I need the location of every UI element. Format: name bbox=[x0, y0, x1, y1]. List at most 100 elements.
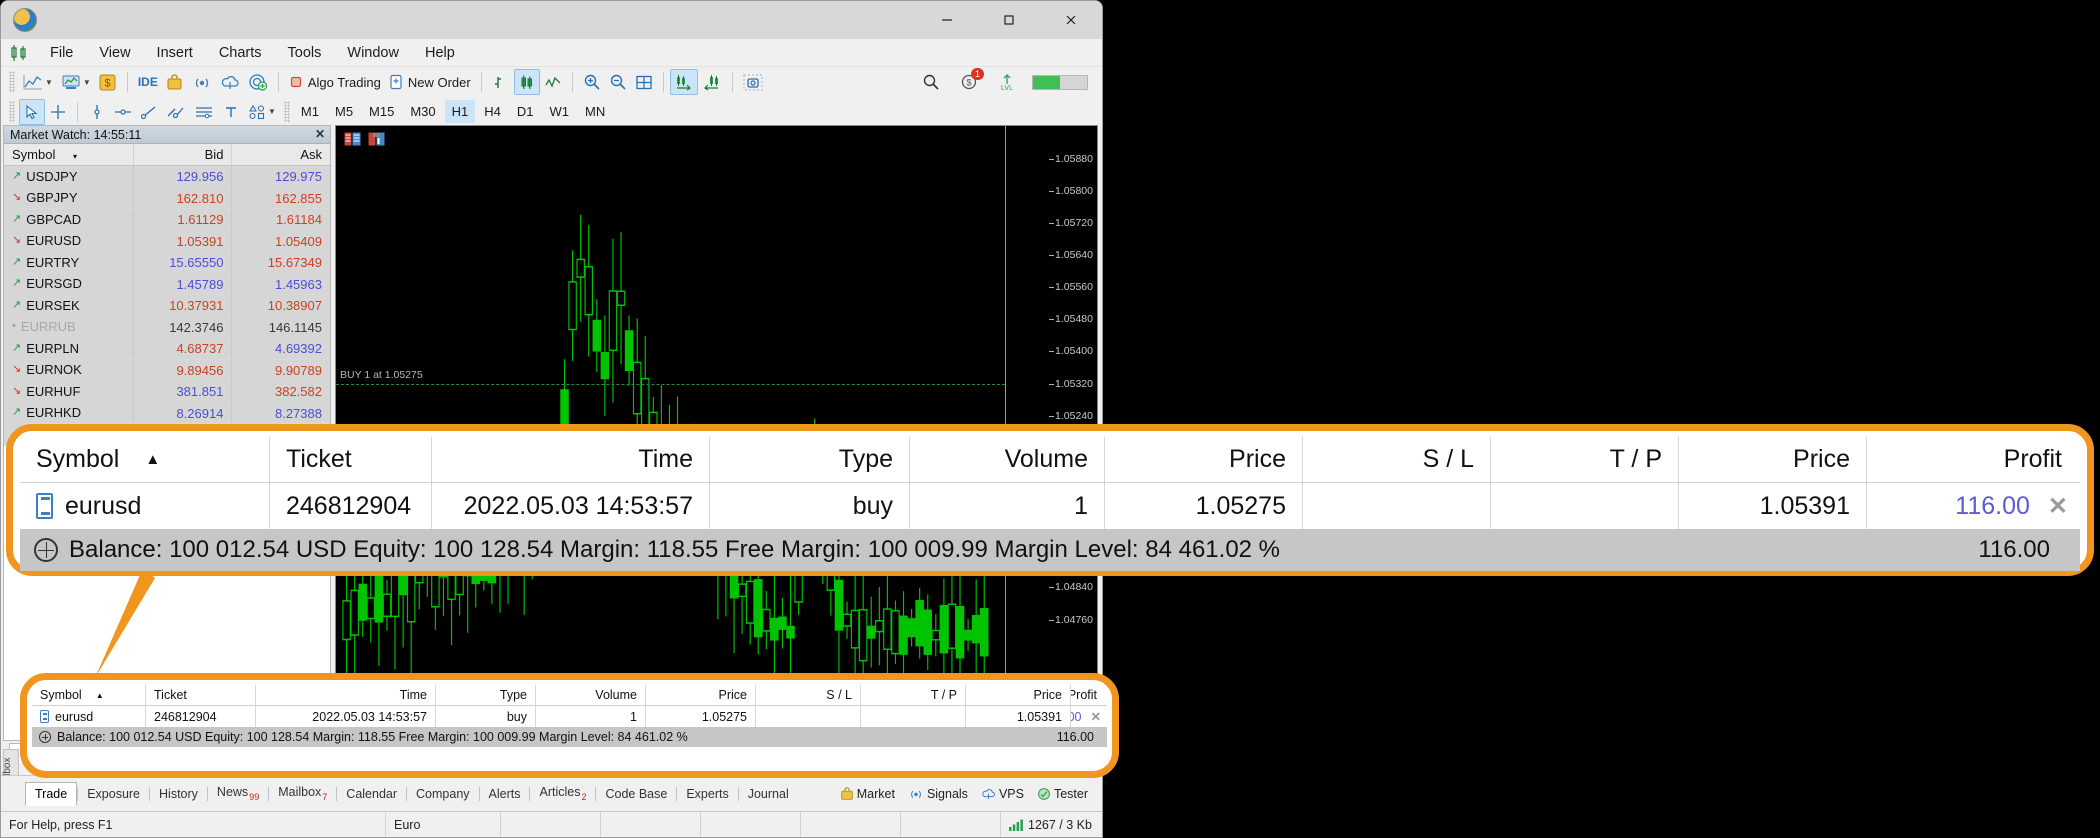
dollar-icon[interactable]: $ bbox=[95, 69, 121, 95]
market-watch-row[interactable]: ↘ EURNOK 9.89456 9.90789 bbox=[4, 359, 330, 381]
screenshot-icon[interactable] bbox=[739, 69, 767, 95]
timeframe-h4[interactable]: H4 bbox=[477, 100, 508, 123]
th-current-price[interactable]: Price bbox=[1679, 437, 1867, 482]
toolbox-link-tester[interactable]: Tester bbox=[1037, 787, 1088, 801]
bar-chart-icon[interactable] bbox=[488, 69, 514, 95]
th-ticket[interactable]: Ticket bbox=[270, 437, 432, 482]
menu-item-insert[interactable]: Insert bbox=[144, 42, 206, 64]
toolbar-grip[interactable] bbox=[9, 71, 15, 93]
market-watch-row[interactable]: ↘ EURHUF 381.851 382.582 bbox=[4, 381, 330, 403]
zoom-out-icon[interactable] bbox=[605, 69, 631, 95]
shapes-icon[interactable]: ▼ bbox=[244, 99, 280, 125]
chevron-down-icon[interactable]: ▼ bbox=[83, 78, 91, 87]
algo-trading-button[interactable]: Algo Trading bbox=[285, 69, 385, 95]
cloud-icon[interactable] bbox=[216, 69, 244, 95]
timeframe-m5[interactable]: M5 bbox=[328, 100, 360, 123]
chart-shift-icon[interactable] bbox=[698, 69, 726, 95]
metaeditor-button[interactable]: IDE bbox=[134, 69, 162, 95]
td-symbol[interactable]: eurusd bbox=[32, 706, 146, 727]
menu-item-file[interactable]: File bbox=[37, 42, 86, 64]
th-profit[interactable]: Profit bbox=[1867, 437, 2080, 482]
close-button[interactable] bbox=[1040, 1, 1102, 39]
chevron-down-icon[interactable]: ▼ bbox=[268, 107, 276, 116]
toolbox-tab-alerts[interactable]: Alerts bbox=[480, 783, 530, 805]
toolbox-tab-calendar[interactable]: Calendar bbox=[337, 783, 406, 805]
timeframe-m30[interactable]: M30 bbox=[403, 100, 442, 123]
zoom-in-icon[interactable] bbox=[579, 69, 605, 95]
column-header-symbol[interactable]: Symbol ▾ bbox=[4, 144, 133, 165]
chevron-down-icon[interactable]: ▼ bbox=[45, 78, 53, 87]
toolbox-link-market[interactable]: Market bbox=[840, 787, 895, 801]
toolbar-grip[interactable] bbox=[9, 100, 15, 123]
toolbox-tab-news[interactable]: News99 bbox=[208, 781, 268, 806]
market-watch-row[interactable]: ↗ EURTRY 15.65550 15.67349 bbox=[4, 252, 330, 274]
toolbox-link-signals[interactable]: Signals bbox=[908, 787, 968, 801]
cursor-icon[interactable] bbox=[19, 98, 45, 125]
plus-circle-icon[interactable] bbox=[34, 538, 58, 562]
th-current-price[interactable]: Price bbox=[966, 685, 1071, 705]
trendline-icon[interactable] bbox=[136, 99, 162, 125]
th-sl[interactable]: S / L bbox=[756, 685, 861, 705]
indicators-icon[interactable]: ▼ bbox=[57, 69, 95, 95]
th-open-price[interactable]: Price bbox=[646, 685, 756, 705]
radar-icon[interactable] bbox=[244, 69, 272, 95]
market-watch-row[interactable]: ↘ GBPJPY 162.810 162.855 bbox=[4, 187, 330, 209]
th-ticket[interactable]: Ticket bbox=[146, 685, 256, 705]
column-header-bid[interactable]: Bid bbox=[132, 144, 232, 165]
timeframe-d1[interactable]: D1 bbox=[510, 100, 541, 123]
market-watch-row[interactable]: ↘ EURUSD 1.05391 1.05409 bbox=[4, 230, 330, 252]
td-sl[interactable] bbox=[1303, 483, 1491, 529]
timeframe-w1[interactable]: W1 bbox=[543, 100, 577, 123]
line-chart-icon[interactable] bbox=[540, 69, 566, 95]
market-watch-row[interactable]: ↗ USDJPY 129.956 129.975 bbox=[4, 166, 330, 188]
data-window-icon[interactable] bbox=[344, 132, 361, 146]
timeframe-m1[interactable]: M1 bbox=[294, 100, 326, 123]
polyline-icon[interactable] bbox=[162, 99, 190, 125]
th-type[interactable]: Type bbox=[436, 685, 536, 705]
channel-icon[interactable] bbox=[190, 99, 218, 125]
timeframe-m15[interactable]: M15 bbox=[362, 100, 401, 123]
chart-type-line-icon[interactable]: ▼ bbox=[19, 69, 57, 95]
menu-item-help[interactable]: Help bbox=[412, 42, 468, 64]
horizontal-line-icon[interactable] bbox=[110, 99, 136, 125]
close-position-icon[interactable]: ✕ bbox=[2048, 492, 2068, 521]
toolbar-grip[interactable] bbox=[283, 100, 290, 123]
th-symbol[interactable]: Symbol ▲ bbox=[32, 685, 146, 705]
toolbox-tab-exposure[interactable]: Exposure bbox=[78, 783, 149, 805]
th-symbol[interactable]: Symbol ▲ bbox=[20, 437, 270, 482]
table-row[interactable]: eurusd 246812904 2022.05.03 14:53:57 buy… bbox=[32, 706, 1107, 727]
th-profit[interactable]: Profit bbox=[1071, 685, 1107, 705]
signals-icon[interactable] bbox=[188, 69, 216, 95]
market-watch-row[interactable]: ↗ EURHKD 8.26914 8.27388 bbox=[4, 402, 330, 424]
minimize-button[interactable] bbox=[916, 1, 978, 39]
market-watch-row[interactable]: ↗ EURSGD 1.45789 1.45963 bbox=[4, 273, 330, 295]
market-watch-row[interactable]: ↗ EURPLN 4.68737 4.69392 bbox=[4, 338, 330, 360]
menu-item-tools[interactable]: Tools bbox=[275, 42, 335, 64]
vertical-line-icon[interactable] bbox=[84, 99, 110, 125]
market-watch-row[interactable]: ↗ GBPCAD 1.61129 1.61184 bbox=[4, 209, 330, 231]
tile-windows-icon[interactable] bbox=[631, 69, 657, 95]
toolbox-link-vps[interactable]: VPS bbox=[981, 787, 1024, 801]
close-icon[interactable]: ✕ bbox=[315, 127, 325, 141]
toolbox-tab-journal[interactable]: Journal bbox=[739, 783, 798, 805]
th-time[interactable]: Time bbox=[432, 437, 710, 482]
toolbox-tab-experts[interactable]: Experts bbox=[677, 783, 737, 805]
search-icon[interactable] bbox=[918, 69, 944, 95]
td-symbol[interactable]: eurusd bbox=[20, 483, 270, 529]
menu-item-view[interactable]: View bbox=[86, 42, 143, 64]
table-row[interactable]: eurusd 246812904 2022.05.03 14:53:57 buy… bbox=[20, 483, 2080, 529]
briefcase-icon[interactable] bbox=[162, 69, 188, 95]
td-tp[interactable] bbox=[861, 706, 966, 727]
column-header-ask[interactable]: Ask bbox=[231, 144, 330, 165]
td-sl[interactable] bbox=[756, 706, 861, 727]
toolbox-tab-company[interactable]: Company bbox=[407, 783, 479, 805]
th-tp[interactable]: T / P bbox=[1491, 437, 1679, 482]
plus-circle-icon[interactable] bbox=[39, 731, 51, 743]
th-open-price[interactable]: Price bbox=[1105, 437, 1303, 482]
chart-template-icon[interactable] bbox=[368, 132, 385, 146]
crosshair-icon[interactable] bbox=[45, 99, 71, 125]
menu-item-window[interactable]: Window bbox=[334, 42, 412, 64]
td-tp[interactable] bbox=[1491, 483, 1679, 529]
th-tp[interactable]: T / P bbox=[861, 685, 966, 705]
text-icon[interactable] bbox=[218, 99, 244, 125]
